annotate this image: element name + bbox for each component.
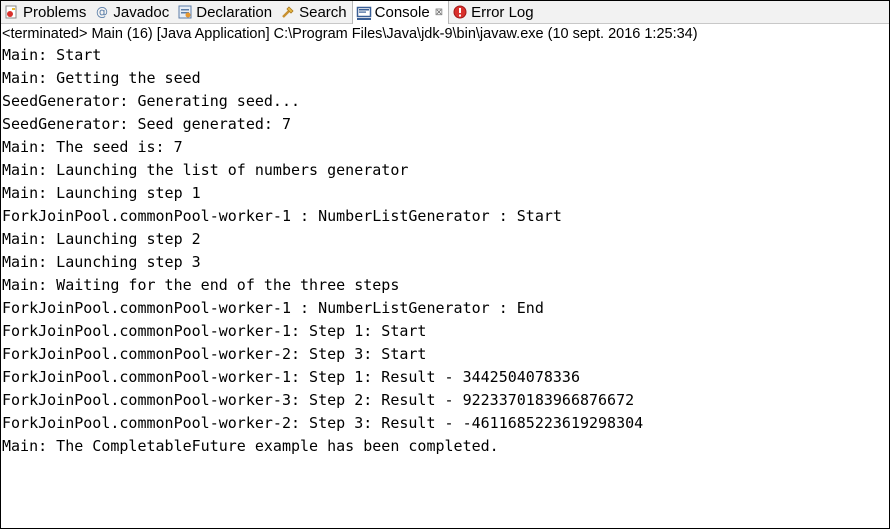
process-status: <terminated> Main (16) [Java Application…	[2, 26, 698, 42]
svg-text:@: @	[96, 5, 108, 19]
console-line: ForkJoinPool.commonPool-worker-1 : Numbe…	[2, 207, 562, 225]
console-line: ForkJoinPool.commonPool-worker-2: Step 3…	[2, 345, 427, 363]
console-line: Main: Launching step 1	[2, 184, 201, 202]
console-line: Main: Launching step 2	[2, 230, 201, 248]
console-line: Main: Start	[2, 46, 102, 64]
tab-javadoc[interactable]: @ Javadoc	[91, 1, 174, 23]
tab-label: Javadoc	[113, 3, 170, 21]
console-line: Main: Waiting for the end of the three s…	[2, 276, 400, 294]
tab-label: Console	[374, 4, 430, 21]
console-view: Problems @ Javadoc Declaration Search Co…	[0, 0, 890, 529]
console-line: ForkJoinPool.commonPool-worker-2: Step 3…	[2, 414, 644, 432]
console-line: Main: Launching the list of numbers gene…	[2, 161, 409, 179]
error-log-icon	[452, 4, 468, 20]
view-tab-bar: Problems @ Javadoc Declaration Search Co…	[1, 1, 889, 24]
tab-search[interactable]: Search	[277, 1, 352, 23]
console-line: ForkJoinPool.commonPool-worker-1: Step 1…	[2, 322, 427, 340]
close-icon[interactable]: ⊠	[435, 7, 443, 18]
problems-icon	[4, 4, 20, 20]
declaration-icon	[177, 4, 193, 20]
console-line: Main: Launching step 3	[2, 253, 201, 271]
tab-label: Error Log	[471, 3, 534, 21]
console-line: Main: The seed is: 7	[2, 138, 183, 156]
console-line: ForkJoinPool.commonPool-worker-1: Step 1…	[2, 368, 580, 386]
console-output[interactable]: Main: Start Main: Getting the seed SeedGen…	[1, 44, 889, 458]
tab-console[interactable]: Console ⊠	[351, 1, 450, 24]
console-line: SeedGenerator: Generating seed...	[2, 92, 301, 110]
search-icon	[280, 4, 296, 20]
tab-problems[interactable]: Problems	[1, 1, 91, 23]
tab-error-log[interactable]: Error Log	[449, 1, 539, 23]
javadoc-icon: @	[94, 4, 110, 20]
console-line: ForkJoinPool.commonPool-worker-1 : Numbe…	[2, 299, 544, 317]
console-icon	[356, 5, 372, 21]
console-line: Main: The CompletableFuture example has …	[2, 437, 499, 455]
tab-label: Declaration	[196, 3, 273, 21]
tab-label: Search	[299, 3, 347, 21]
console-line: Main: Getting the seed	[2, 69, 201, 87]
tab-label: Problems	[23, 3, 87, 21]
console-line: SeedGenerator: Seed generated: 7	[2, 115, 291, 133]
console-line: ForkJoinPool.commonPool-worker-3: Step 2…	[2, 391, 635, 409]
tab-declaration[interactable]: Declaration	[174, 1, 277, 23]
